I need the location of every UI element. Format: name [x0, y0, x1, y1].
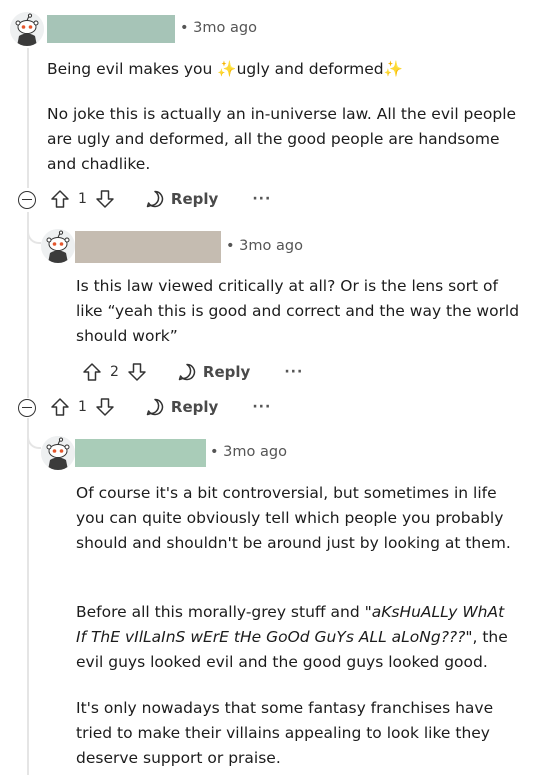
comment-body: Before all this morally-grey stuff and "… — [76, 600, 516, 675]
timestamp: • 3mo ago — [226, 238, 303, 254]
body-text: Before all this morally-grey stuff and " — [76, 603, 372, 621]
more-options-button[interactable]: ··· — [252, 399, 271, 415]
upvote-icon[interactable] — [50, 397, 70, 417]
reply-button[interactable]: Reply — [177, 362, 250, 382]
downvote-icon[interactable] — [127, 362, 147, 382]
reply-label: Reply — [170, 190, 219, 208]
avatar[interactable] — [41, 436, 75, 470]
upvote-icon[interactable] — [50, 189, 70, 209]
downvote-icon[interactable] — [95, 189, 115, 209]
thread-line — [27, 418, 29, 775]
reply-button[interactable]: Reply — [145, 397, 218, 417]
thread-line — [27, 48, 29, 188]
comment-body: Being evil makes you ✨ugly and deformed✨ — [47, 57, 527, 82]
upvote-icon[interactable] — [82, 362, 102, 382]
thread-connector — [27, 425, 41, 449]
avatar[interactable] — [10, 12, 44, 46]
thread-connector — [27, 220, 41, 244]
more-options-button[interactable]: ··· — [252, 191, 271, 207]
vote-count: 1 — [78, 191, 87, 207]
reply-label: Reply — [170, 398, 219, 416]
comment-actions: 1 Reply ··· — [50, 189, 271, 209]
snoo-avatar-icon — [10, 12, 44, 46]
comment-bubble-icon — [146, 190, 164, 208]
comment-actions: 1 Reply ··· — [50, 397, 271, 417]
reply-button[interactable]: Reply — [145, 189, 218, 209]
comment-bubble-icon — [146, 398, 164, 416]
comment-bubble-icon — [178, 363, 196, 381]
collapse-thread-button[interactable] — [18, 399, 36, 417]
avatar[interactable] — [41, 229, 75, 263]
timestamp: • 3mo ago — [210, 444, 287, 460]
redacted-username — [75, 439, 206, 467]
vote-count: 1 — [78, 399, 87, 415]
downvote-icon[interactable] — [95, 397, 115, 417]
reply-label: Reply — [202, 363, 251, 381]
timestamp-text: 3mo ago — [193, 20, 257, 36]
comment-body: It's only nowadays that some fantasy fra… — [76, 699, 494, 767]
body-text: Being evil makes you — [47, 60, 218, 78]
comment-body: Of course it's a bit controversial, but … — [76, 484, 511, 552]
thread-line — [27, 212, 29, 398]
comment-body: Is this law viewed critically at all? Or… — [76, 277, 520, 345]
sparkles-icon: ✨ — [383, 60, 403, 78]
more-options-button[interactable]: ··· — [284, 364, 303, 380]
redacted-username — [75, 231, 221, 263]
comment-body: No joke this is actually an in-universe … — [47, 105, 517, 173]
collapse-thread-button[interactable] — [18, 191, 36, 209]
sparkles-icon: ✨ — [217, 60, 237, 78]
snoo-avatar-icon — [41, 229, 75, 263]
timestamp-text: 3mo ago — [223, 444, 287, 460]
vote-count: 2 — [110, 364, 119, 380]
timestamp: • 3mo ago — [180, 20, 257, 36]
comment-actions: 2 Reply ··· — [82, 362, 303, 382]
body-text: ugly and deformed — [236, 60, 384, 78]
timestamp-text: 3mo ago — [239, 238, 303, 254]
redacted-username — [47, 15, 175, 43]
snoo-avatar-icon — [41, 436, 75, 470]
